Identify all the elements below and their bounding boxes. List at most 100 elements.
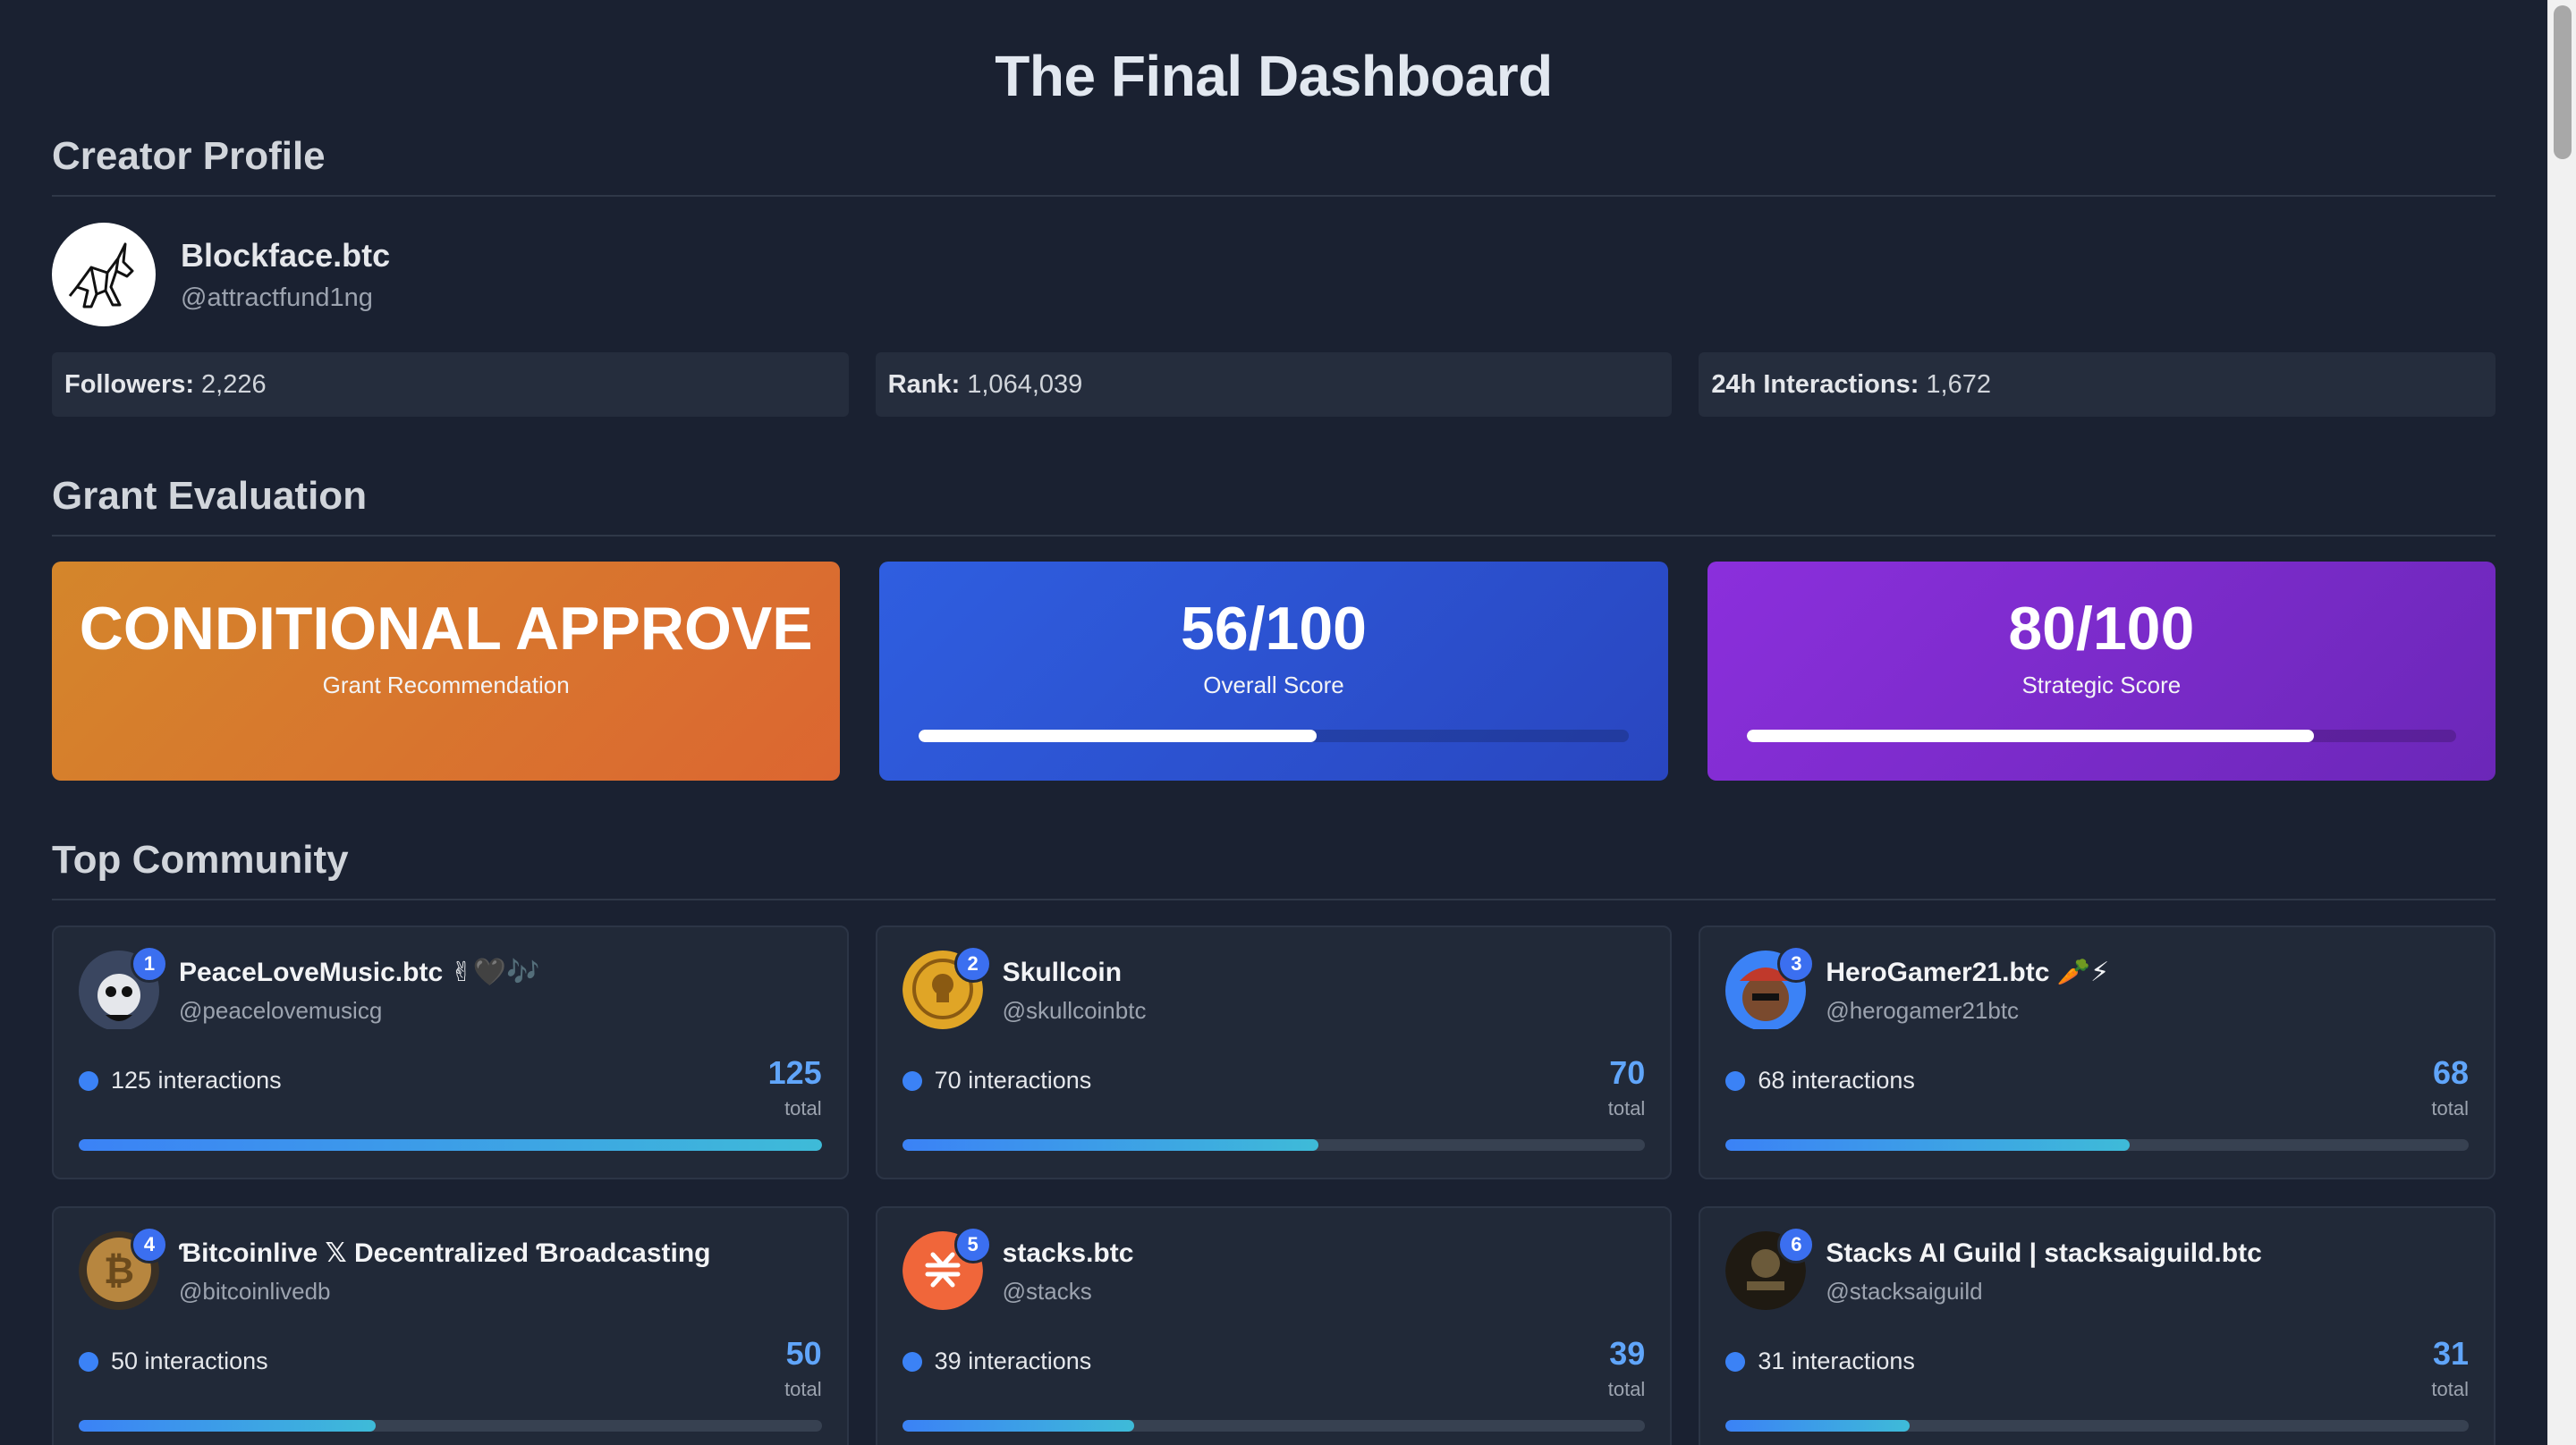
interactions-text: 125 interactions: [111, 1067, 282, 1094]
strategic-score-label: Strategic Score: [2021, 672, 2182, 699]
stat-label: Followers:: [64, 369, 195, 399]
interaction-progress-fill: [902, 1420, 1134, 1432]
interactions-row: 125 interactions: [79, 1067, 282, 1094]
overall-score-value: 56/100: [1181, 595, 1367, 663]
blue-dot-icon: [79, 1070, 98, 1091]
strategic-score-card: 80/100 Strategic Score: [1707, 562, 2496, 781]
total-count: 70: [1609, 1054, 1646, 1091]
member-handle: @bitcoinlivedb: [179, 1278, 331, 1305]
interaction-progress-fill: [1725, 1420, 1911, 1432]
member-name: PeaceLoveMusic.btc ✌🖤🎶: [179, 958, 540, 987]
overall-score-progress-fill: [919, 730, 1317, 742]
blue-dot-icon: [902, 1070, 922, 1091]
stat-label: 24h Interactions:: [1711, 369, 1919, 399]
interaction-progress-track: [1725, 1139, 2469, 1151]
rank-badge: 4: [131, 1226, 168, 1263]
blue-dot-icon: [1725, 1351, 1746, 1372]
community-member-card-2[interactable]: 2 Skullcoin @skullcoinbtc 70 interaction…: [875, 925, 1673, 1179]
rank-badge: 2: [953, 945, 992, 983]
stat-label: Rank:: [887, 369, 961, 399]
profile-name: Blockface.btc: [181, 236, 391, 274]
community-member-card-1[interactable]: 1 PeaceLoveMusic.btc ✌🖤🎶 @peacelovemusic…: [52, 925, 849, 1179]
strategic-score-value: 80/100: [2008, 595, 2195, 663]
overall-score-progress-track: [919, 730, 1629, 742]
blue-dot-icon: [79, 1351, 98, 1372]
overall-score-label: Overall Score: [1203, 672, 1344, 699]
interactions-text: 50 interactions: [111, 1348, 268, 1374]
total-count: 68: [2432, 1054, 2469, 1091]
member-name: stacks.btc: [1002, 1238, 1134, 1268]
community-member-card-5[interactable]: 5 stacks.btc @stacks 39 interactions 39 …: [875, 1206, 1673, 1445]
interaction-progress-fill: [902, 1139, 1318, 1151]
strategic-score-progress-fill: [1746, 730, 2315, 742]
rank-badge: 3: [1777, 945, 1816, 983]
interactions-row: 50 interactions: [79, 1348, 268, 1375]
total-label: total: [1607, 1378, 1646, 1400]
grant-recommendation-value: CONDITIONAL APPROVE: [79, 595, 813, 663]
rank-badge: 1: [131, 945, 168, 983]
stat-value: 1,672: [1926, 369, 1991, 399]
interaction-progress-track: [1725, 1420, 2469, 1432]
member-handle: @stacks: [1002, 1277, 1092, 1305]
total-count: 50: [785, 1335, 822, 1372]
grant-recommendation-label: Grant Recommendation: [322, 672, 570, 699]
community-member-card-3[interactable]: 3 HeroGamer21.btc 🥕⚡ @herogamer21btc 68 …: [1699, 925, 2496, 1179]
stat-rank: Rank: 1,064,039: [875, 352, 1673, 417]
rank-badge: 5: [953, 1226, 992, 1263]
top-community-heading: Top Community: [52, 838, 2496, 900]
member-name: Stacks AI Guild | stacksaiguild.btc: [1826, 1238, 2262, 1268]
interaction-progress-fill: [79, 1139, 822, 1151]
profile-stats: Followers: 2,226 Rank: 1,064,039 24h Inter…: [52, 352, 2496, 417]
blue-dot-icon: [1725, 1070, 1746, 1091]
blue-dot-icon: [902, 1351, 922, 1372]
stat-followers: Followers: 2,226: [52, 352, 849, 417]
scrollbar-thumb[interactable]: [2554, 5, 2572, 159]
rank-badge: 6: [1777, 1226, 1816, 1263]
member-handle: @stacksaiguild: [1826, 1277, 1983, 1305]
total-label: total: [2431, 1097, 2469, 1120]
community-member-card-4[interactable]: ₿ 4 Ɓitcoinlive 𝕏 Decentralized Ɓroadcas…: [52, 1206, 849, 1445]
interaction-progress-track: [902, 1420, 1646, 1432]
interaction-progress-track: [79, 1420, 822, 1432]
interactions-row: 70 interactions: [902, 1067, 1092, 1094]
member-handle: @herogamer21btc: [1826, 997, 2020, 1024]
interactions-row: 68 interactions: [1725, 1067, 1915, 1094]
total-label: total: [1607, 1097, 1646, 1120]
interactions-row: 39 interactions: [902, 1348, 1092, 1375]
page-title: The Final Dashboard: [995, 44, 1553, 108]
strategic-score-progress-track: [1746, 730, 2456, 742]
member-handle: @peacelovemusicg: [179, 997, 383, 1024]
interaction-progress-fill: [1725, 1139, 2131, 1151]
member-name: Skullcoin: [1002, 957, 1123, 987]
interaction-progress-track: [902, 1139, 1646, 1151]
interactions-text: 39 interactions: [934, 1348, 1092, 1374]
grant-recommendation-card: CONDITIONAL APPROVE Grant Recommendation: [52, 562, 841, 781]
total-count: 39: [1609, 1335, 1646, 1372]
community-member-card-6[interactable]: 6 Stacks AI Guild | stacksaiguild.btc @s…: [1699, 1206, 2496, 1445]
dashboard-page: The Final Dashboard Creator Profile Bloc…: [0, 0, 2547, 1445]
member-name: HeroGamer21.btc 🥕⚡: [1826, 958, 2110, 987]
interaction-progress-track: [79, 1139, 822, 1151]
interactions-row: 31 interactions: [1725, 1348, 1915, 1375]
interactions-text: 68 interactions: [1758, 1067, 1915, 1094]
total-count: 31: [2432, 1335, 2469, 1372]
stat-value: 2,226: [201, 369, 267, 399]
stat-value: 1,064,039: [967, 369, 1083, 399]
page-scrollbar[interactable]: [2547, 0, 2576, 1445]
profile-avatar: [52, 223, 156, 326]
community-grid: 1 PeaceLoveMusic.btc ✌🖤🎶 @peacelovemusic…: [52, 925, 2496, 1445]
total-label: total: [784, 1097, 822, 1120]
member-handle: @skullcoinbtc: [1002, 996, 1147, 1024]
interaction-progress-fill: [79, 1420, 377, 1432]
interactions-text: 31 interactions: [1758, 1348, 1915, 1374]
interactions-text: 70 interactions: [934, 1067, 1092, 1094]
total-label: total: [2431, 1378, 2469, 1400]
grant-evaluation-heading: Grant Evaluation: [52, 474, 2496, 537]
grant-score-cards: CONDITIONAL APPROVE Grant Recommendation…: [52, 562, 2496, 781]
total-label: total: [784, 1378, 822, 1400]
creator-profile-heading: Creator Profile: [52, 134, 2496, 197]
profile-handle: @attractfund1ng: [181, 283, 373, 312]
member-name: Ɓitcoinlive 𝕏 Decentralized Ɓroadcasting: [179, 1238, 711, 1268]
profile-header: Blockface.btc @attractfund1ng: [52, 222, 2496, 327]
overall-score-card: 56/100 Overall Score: [879, 562, 1668, 781]
